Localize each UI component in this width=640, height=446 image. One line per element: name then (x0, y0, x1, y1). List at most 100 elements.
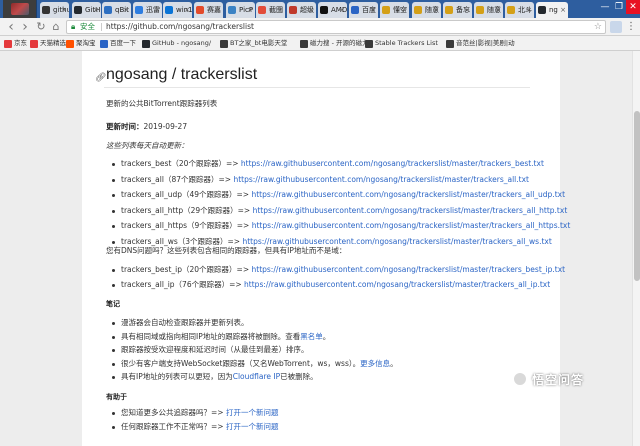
tab-close-icon[interactable]: × (526, 2, 532, 18)
bookmark-star-icon[interactable]: ☆ (594, 21, 602, 33)
tracker-url-link[interactable]: https://raw.githubusercontent.com/ngosan… (244, 280, 550, 289)
browser-tab[interactable]: GitHu× (72, 2, 101, 18)
tab-close-icon[interactable]: × (277, 2, 283, 18)
back-button[interactable]: ‹ (4, 20, 18, 34)
anchor-link-icon[interactable]: 🔗︎ (95, 73, 106, 83)
tab-close-icon[interactable]: × (154, 2, 160, 18)
bookmark-favicon-icon (300, 40, 308, 48)
tab-favicon-icon (538, 6, 546, 14)
tab-close-icon[interactable]: × (464, 2, 470, 18)
browser-tab[interactable]: 随意 × (474, 2, 503, 18)
tab-close-icon[interactable]: × (61, 2, 67, 18)
tracker-url-link[interactable]: https://raw.githubusercontent.com/ngosan… (233, 175, 529, 184)
tab-favicon-icon (507, 6, 515, 14)
list-bullet (112, 209, 115, 213)
list-bullet (112, 349, 115, 352)
subtitle: 更新的公共BitTorrent跟踪器列表 (106, 99, 218, 108)
browser-tab[interactable]: 随意 × (412, 2, 441, 18)
tab-close-icon[interactable]: × (401, 2, 407, 18)
update-date: 2019-09-27 (143, 122, 188, 131)
browser-tab[interactable]: 北斗 × (505, 2, 534, 18)
maximize-button[interactable]: ❐ (612, 0, 626, 14)
bookmark-item[interactable]: 磁力搜 - 开源的磁力 (300, 37, 368, 50)
extension-icon[interactable] (610, 21, 622, 33)
bookmark-label: Stable Trackers List (375, 39, 438, 47)
update-line: 更新时间：2019-09-27 (106, 122, 187, 132)
browser-tab[interactable]: 迅雷 × (133, 2, 162, 18)
browser-tab[interactable]: 超级 × (287, 2, 316, 18)
tab-close-icon[interactable]: × (247, 2, 253, 18)
open-issue-link[interactable]: 打开一个新问题 (226, 408, 279, 417)
home-button[interactable]: ⌂ (49, 20, 63, 34)
tracker-name: trackers_best_ip (121, 265, 182, 274)
tracker-url-link[interactable]: https://raw.githubusercontent.com/ngosan… (252, 221, 571, 230)
reload-button[interactable]: ↻ (34, 20, 48, 34)
list-item: trackers_all（87个跟踪器）=> https://raw.githu… (121, 175, 529, 185)
tab-favicon-icon (42, 6, 50, 14)
browser-tab[interactable]: githu × (40, 2, 69, 18)
title-divider (104, 87, 530, 88)
browser-tab[interactable]: 百度 × (349, 2, 378, 18)
open-issue-link[interactable]: 打开一个新问题 (226, 422, 279, 431)
scrollbar-thumb[interactable] (634, 111, 640, 281)
tab-close-icon[interactable]: × (433, 2, 439, 18)
tab-favicon-icon (135, 6, 143, 14)
menu-icon[interactable]: ⋮ (626, 20, 636, 34)
tracker-name: trackers_all_ws (121, 236, 178, 246)
address-bar[interactable]: 🔒︎ 安全 https://github.com/ngosang/tracker… (66, 20, 606, 34)
tracker-url-link[interactable]: https://raw.githubusercontent.com/ngosan… (242, 237, 551, 246)
tab-close-icon[interactable]: × (308, 2, 314, 18)
note-link[interactable]: Cloudflare IP (233, 372, 280, 381)
note-link[interactable]: 更多信息 (360, 359, 390, 368)
bookmark-item[interactable]: 音范丝|影视|美剧|动 (446, 37, 515, 50)
tracker-url-link[interactable]: https://raw.githubusercontent.com/ngosan… (253, 206, 568, 215)
note-link[interactable]: 黑名单 (300, 332, 323, 341)
list-item: trackers_best（20个跟踪器）=> https://raw.gith… (121, 159, 544, 169)
close-window-button[interactable]: ✕ (626, 0, 640, 14)
bookmark-item[interactable]: 百度一下 (100, 37, 136, 50)
help-item: 您知道更多公共追踪器吗？=> 打开一个新问题 (121, 408, 278, 418)
bookmark-item[interactable]: 京东 (4, 37, 27, 50)
url-text[interactable]: https://github.com/ngosang/trackerslist (106, 21, 254, 33)
minimize-button[interactable]: — (598, 0, 612, 14)
bookmark-item[interactable]: 天猫精选 (30, 37, 66, 50)
tracker-count: （49个跟踪器）=> (181, 190, 252, 199)
bookmark-item[interactable]: 聚淘宝 (66, 37, 96, 50)
browser-tab[interactable]: 懂空 × (380, 2, 409, 18)
tracker-url-link[interactable]: https://raw.githubusercontent.com/ngosan… (252, 265, 566, 274)
browser-tab[interactable]: ng × (536, 2, 568, 18)
note-text: 具有IP地址的列表可以更短，因为 (121, 372, 233, 381)
tab-close-icon[interactable]: × (339, 2, 345, 18)
bookmark-label: 聚淘宝 (76, 39, 96, 47)
bookmark-item[interactable]: Stable Trackers List (365, 37, 438, 50)
browser-tab[interactable]: win1 × (163, 2, 192, 18)
browser-tab[interactable]: 赛嘉 × (194, 2, 223, 18)
profile-avatar[interactable] (3, 0, 37, 18)
browser-tab[interactable]: AMD × (318, 2, 347, 18)
bookmark-item[interactable]: GitHub - ngosang/ (142, 37, 211, 50)
bookmark-label: 百度一下 (110, 39, 136, 47)
tab-close-icon[interactable]: × (560, 2, 566, 18)
forward-button[interactable]: › (18, 20, 32, 34)
tab-close-icon[interactable]: × (495, 2, 501, 18)
tab-close-icon[interactable]: × (370, 2, 376, 18)
page-scrollbar[interactable] (632, 51, 640, 446)
tracker-url-link[interactable]: https://raw.githubusercontent.com/ngosan… (241, 159, 544, 168)
tab-close-icon[interactable]: × (215, 2, 221, 18)
bookmark-item[interactable]: BT之家_bt电影天堂 (220, 37, 287, 50)
tab-close-icon[interactable]: × (184, 2, 190, 18)
tab-close-icon[interactable]: × (123, 2, 129, 18)
note-item: 漫游器会自动检查跟踪器并更新列表。 (121, 318, 249, 328)
tracker-count: （20个跟踪器）=> (171, 159, 241, 168)
bookmark-label: 京东 (14, 39, 27, 47)
tab-close-icon[interactable]: × (93, 2, 99, 18)
note-text: 具有相同域或指向相同IP地址的跟踪器将被删除。查看 (121, 331, 301, 341)
tracker-url-link[interactable]: https://raw.githubusercontent.com/ngosan… (251, 190, 565, 199)
browser-tab[interactable]: PicP × (226, 2, 255, 18)
tab-strip: githu×GitHu×qBit×迅雷×win1×赛嘉×PicP×截图×超级×A… (0, 0, 640, 18)
browser-tab[interactable]: 截图 × (256, 2, 285, 18)
help-text: 任何跟踪器工作不正常吗？=> (121, 422, 226, 431)
note-text: 跟踪器按受欢迎程度和延迟时间（从最佳到最差）排序。 (121, 345, 309, 354)
browser-tab[interactable]: 备忘 × (443, 2, 472, 18)
browser-tab[interactable]: qBit × (102, 2, 131, 18)
